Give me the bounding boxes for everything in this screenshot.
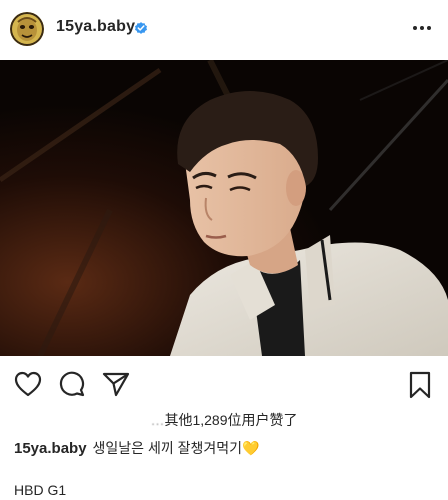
caption-username[interactable]: 15ya.baby [14, 440, 87, 457]
comment-icon[interactable] [58, 371, 86, 397]
post-header: 15ya.baby [0, 0, 448, 60]
heart-icon[interactable] [14, 371, 42, 397]
action-bar [0, 356, 448, 410]
caption-second-line: HBD G1 [14, 482, 67, 498]
caption: 15ya.baby 생일날은 세끼 잘챙겨먹기💛 [14, 438, 259, 458]
post-username[interactable]: 15ya.baby [56, 18, 135, 36]
likes-prefix: … [150, 412, 165, 428]
more-options-icon[interactable] [410, 18, 434, 38]
avatar[interactable] [10, 12, 44, 46]
likes-text: 其他1,289位用户赞了 [164, 412, 298, 428]
bookmark-icon[interactable] [408, 371, 432, 399]
caption-text: 생일날은 세끼 잘챙겨먹기 [92, 440, 243, 456]
yellow-heart-emoji: 💛 [242, 440, 260, 456]
post-image [0, 60, 448, 356]
verified-badge-icon [135, 22, 147, 34]
post-photo[interactable] [0, 60, 448, 356]
likes-count[interactable]: …其他1,289位用户赞了 [0, 410, 448, 432]
avatar-image [10, 12, 44, 46]
send-icon[interactable] [102, 371, 130, 397]
